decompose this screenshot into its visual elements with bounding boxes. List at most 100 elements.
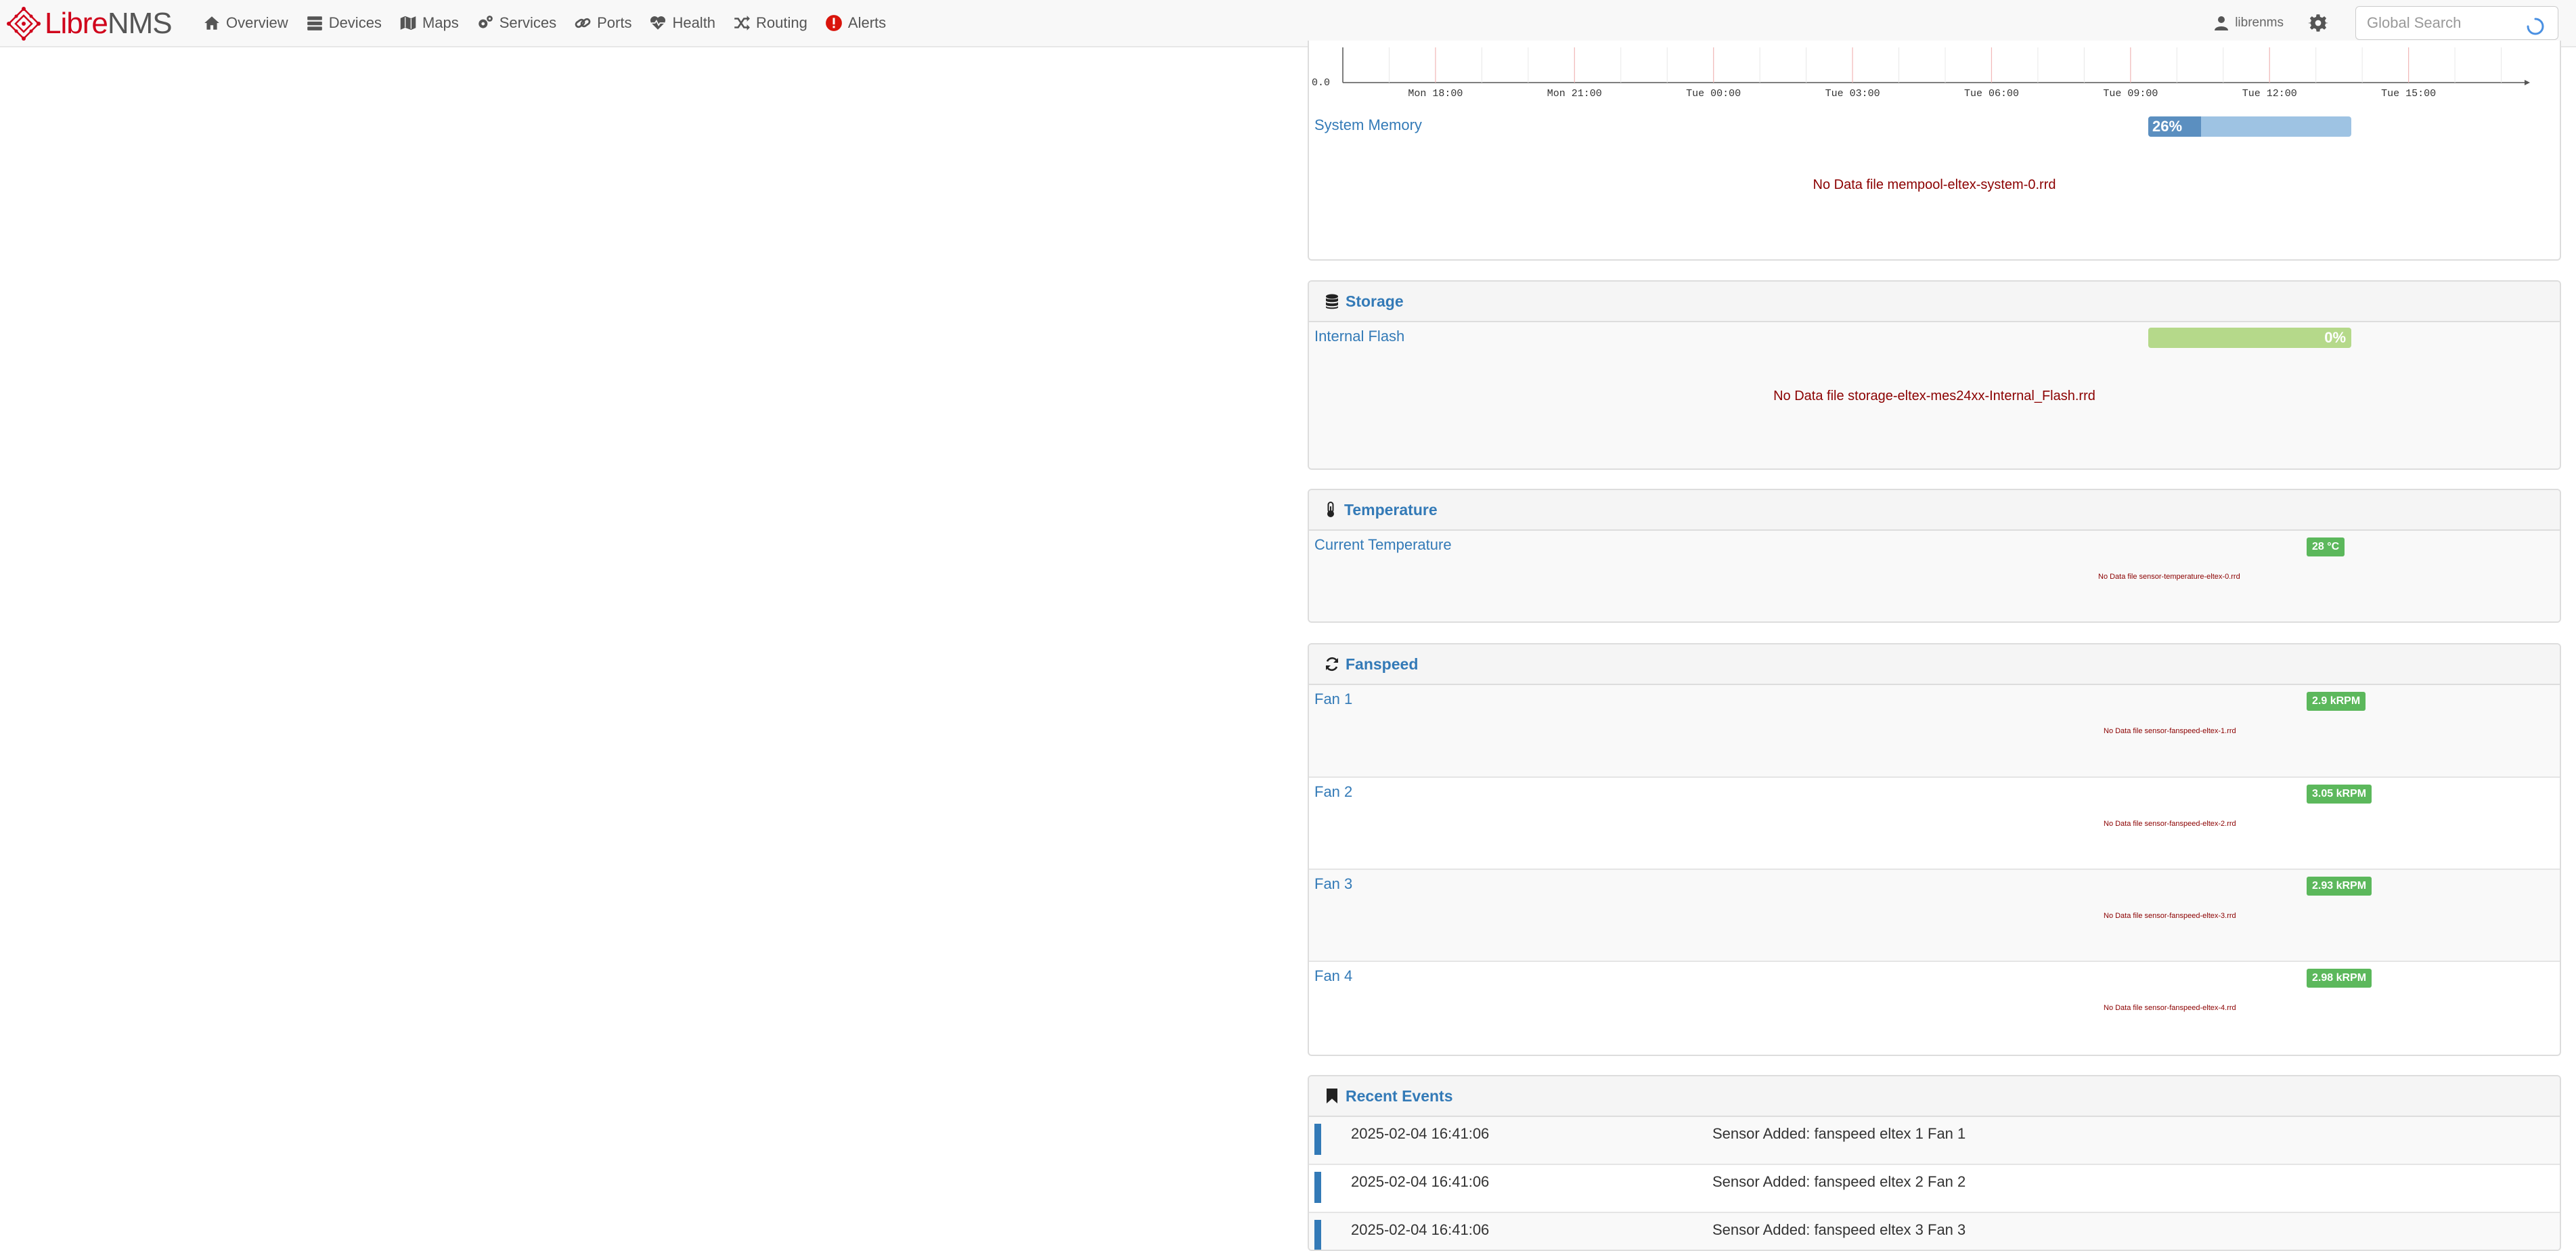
event-message: Sensor Added: fanspeed eltex 2 Fan 2	[1712, 1173, 1966, 1190]
thermometer-icon	[1327, 502, 1334, 517]
brand-name-part2: NMS	[107, 7, 173, 40]
fan-2-label[interactable]: Fan 2	[1314, 783, 1352, 801]
settings-gear-icon[interactable]	[2308, 13, 2328, 33]
storage-heading: Storage	[1309, 282, 2560, 322]
fan-2-nodata-message: No Data file sensor-fanspeed-eltex-2.rrd	[2104, 820, 2236, 828]
cogs-icon	[478, 16, 493, 28]
storage-usage-bar: 0%	[2148, 328, 2351, 348]
fan-4-label[interactable]: Fan 4	[1314, 967, 1352, 985]
fan-1-nodata-message: No Data file sensor-fanspeed-eltex-1.rrd	[2104, 727, 2236, 735]
fan-row[interactable]: Fan 2 3.05 kRPM No Data file sensor-fans…	[1309, 778, 2560, 870]
search-box	[2355, 6, 2576, 40]
fanspeed-title[interactable]: Fanspeed	[1346, 655, 1418, 674]
memory-row[interactable]: System Memory 26% No Data file mempool-e…	[1309, 107, 2560, 259]
storage-nodata-message: No Data file storage-eltex-mes24xx-Inter…	[1773, 389, 2095, 403]
memory-nodata-message: No Data file mempool-eltex-system-0.rrd	[1813, 177, 2056, 192]
temperature-nodata-message: No Data file sensor-temperature-eltex-0.…	[2098, 573, 2240, 581]
graph-x-tick-label: Mon 18:00	[1408, 88, 1463, 100]
librenms-logo-icon	[7, 7, 41, 41]
nav-services[interactable]: Services	[476, 14, 556, 32]
nav-maps-label: Maps	[422, 14, 459, 31]
fan-row[interactable]: Fan 3 2.93 kRPM No Data file sensor-fans…	[1309, 870, 2560, 962]
refresh-icon	[1325, 657, 1339, 672]
memory-panel: 0.0 Mon 18:00 Mon 21:00 Tue 00:00 Tue 03:00…	[1308, 41, 2561, 261]
graph-x-tick-label: Tue 06:00	[1964, 88, 2019, 100]
nav-ports[interactable]: Ports	[574, 14, 631, 32]
nav-alerts-label: Alerts	[847, 14, 887, 31]
nav-devices-label: Devices	[328, 14, 382, 31]
temperature-value-badge: 28 °C	[2307, 537, 2345, 556]
nav-health[interactable]: Health	[649, 14, 715, 32]
graph-x-tick-label: Tue 12:00	[2242, 88, 2297, 100]
memory-usage-bar: 26%	[2148, 116, 2351, 137]
main-menu: Overview Devices Maps Services Ports Hea…	[203, 0, 904, 46]
temperature-row[interactable]: Current Temperature 28 °C No Data file s…	[1309, 531, 2560, 621]
storage-row[interactable]: Internal Flash 0% No Data file storage-e…	[1309, 322, 2560, 468]
storage-usage-percent: 0%	[2324, 329, 2346, 346]
fan-row[interactable]: Fan 4 2.98 kRPM No Data file sensor-fans…	[1309, 962, 2560, 1055]
event-severity-marker	[1314, 1220, 1321, 1250]
storage-title[interactable]: Storage	[1346, 292, 1404, 311]
bookmark-icon	[1327, 1089, 1337, 1103]
event-severity-marker	[1314, 1172, 1321, 1203]
brand-name-part1: Libre	[45, 7, 108, 40]
event-time: 2025-02-04 16:41:06	[1351, 1221, 1490, 1238]
fan-3-nodata-message: No Data file sensor-fanspeed-eltex-3.rrd	[2104, 912, 2236, 920]
graph-x-tick-label: Tue 15:00	[2381, 88, 2436, 100]
map-icon	[399, 15, 417, 31]
fan-2-value-badge: 3.05 kRPM	[2307, 785, 2372, 804]
nav-routing-label: Routing	[756, 14, 807, 31]
database-icon	[1326, 294, 1338, 309]
graph-x-tick-label: Mon 21:00	[1547, 88, 1602, 100]
nav-ports-label: Ports	[597, 14, 632, 31]
brand-name: LibreNMS	[45, 7, 173, 41]
temperature-panel: Temperature Current Temperature 28 °C No…	[1308, 489, 2561, 623]
event-time: 2025-02-04 16:41:06	[1351, 1173, 1490, 1190]
fan-row[interactable]: Fan 1 2.9 kRPM No Data file sensor-fansp…	[1309, 685, 2560, 778]
event-message: Sensor Added: fanspeed eltex 1 Fan 1	[1712, 1125, 1966, 1142]
event-row: 2025-02-04 16:41:06 Sensor Added: fanspe…	[1309, 1117, 2560, 1165]
loading-spinner-icon	[2527, 18, 2544, 35]
temperature-heading: Temperature	[1309, 490, 2560, 531]
user-icon	[2215, 16, 2229, 30]
random-icon	[734, 16, 750, 30]
recent-events-title[interactable]: Recent Events	[1346, 1087, 1453, 1105]
graph-y-tick: 0.0	[1312, 77, 1330, 89]
server-icon	[307, 16, 322, 30]
temperature-title[interactable]: Temperature	[1344, 501, 1438, 519]
recent-events-heading: Recent Events	[1309, 1076, 2560, 1117]
fan-4-value-badge: 2.98 kRPM	[2307, 969, 2372, 988]
memory-label[interactable]: System Memory	[1314, 116, 1422, 134]
event-time: 2025-02-04 16:41:06	[1351, 1125, 1490, 1142]
storage-label[interactable]: Internal Flash	[1314, 328, 1404, 345]
fanspeed-heading: Fanspeed	[1309, 644, 2560, 685]
event-row: 2025-02-04 16:41:06 Sensor Added: fanspe…	[1309, 1213, 2560, 1250]
nav-alerts[interactable]: Alerts	[825, 14, 886, 32]
brand-logo-link[interactable]: LibreNMS	[7, 5, 173, 42]
graph-x-tick-label: Tue 09:00	[2103, 88, 2158, 100]
graph-x-tick-label: Tue 00:00	[1686, 88, 1741, 100]
fan-1-value-badge: 2.9 kRPM	[2307, 692, 2366, 711]
fan-4-nodata-message: No Data file sensor-fanspeed-eltex-4.rrd	[2104, 1004, 2236, 1012]
user-menu[interactable]: librenms	[2213, 15, 2284, 31]
recent-events-panel: Recent Events 2025-02-04 16:41:06 Sensor…	[1308, 1075, 2561, 1251]
nav-devices[interactable]: Devices	[306, 14, 382, 32]
nav-maps[interactable]: Maps	[399, 14, 459, 32]
fan-3-label[interactable]: Fan 3	[1314, 875, 1352, 893]
nav-overview[interactable]: Overview	[203, 14, 288, 32]
username: librenms	[2235, 16, 2284, 30]
heartbeat-icon	[650, 16, 666, 30]
fan-1-label[interactable]: Fan 1	[1314, 690, 1352, 708]
nav-overview-label: Overview	[226, 14, 288, 31]
fanspeed-panel: Fanspeed Fan 1 2.9 kRPM No Data file sen…	[1308, 643, 2561, 1056]
event-message: Sensor Added: fanspeed eltex 3 Fan 3	[1712, 1221, 1966, 1238]
link-icon	[575, 18, 591, 28]
nav-health-label: Health	[672, 14, 716, 31]
temperature-label[interactable]: Current Temperature	[1314, 536, 1452, 554]
nav-routing[interactable]: Routing	[733, 14, 807, 32]
nav-services-label: Services	[499, 14, 557, 31]
event-severity-marker	[1314, 1124, 1321, 1155]
storage-panel: Storage Internal Flash 0% No Data file s…	[1308, 280, 2561, 470]
fan-3-value-badge: 2.93 kRPM	[2307, 877, 2372, 896]
event-row: 2025-02-04 16:41:06 Sensor Added: fanspe…	[1309, 1165, 2560, 1213]
